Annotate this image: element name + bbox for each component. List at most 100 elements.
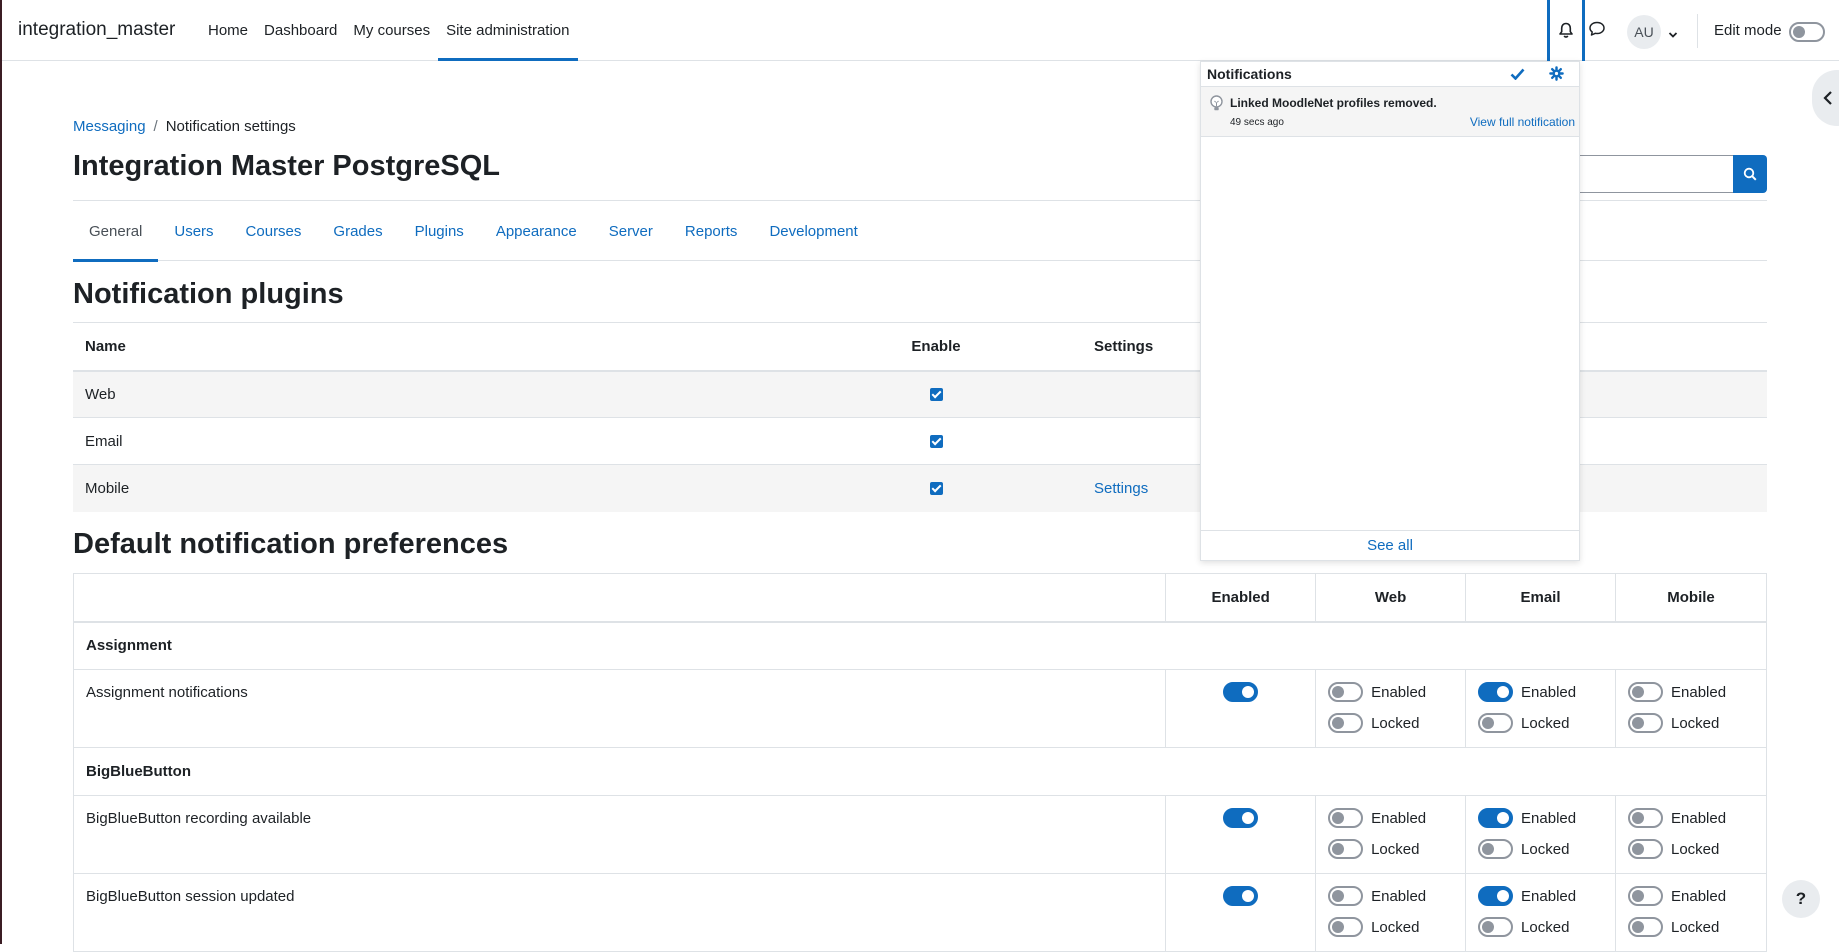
option-label: Locked — [1671, 918, 1720, 936]
plugin-name: Mobile — [73, 464, 790, 512]
tab-appearance[interactable]: Appearance — [480, 201, 593, 261]
site-brand[interactable]: integration_master — [18, 19, 175, 41]
email-locked-toggle[interactable] — [1478, 839, 1514, 859]
preference-row: BigBlueButton session updated Enabled Lo… — [72, 873, 1767, 952]
tab-general[interactable]: General — [73, 201, 159, 262]
enable-checkbox[interactable] — [929, 435, 943, 449]
mobile-locked-toggle[interactable] — [1628, 839, 1663, 859]
enable-checkbox[interactable] — [929, 388, 943, 402]
option-label: Enabled — [1521, 809, 1577, 827]
notifications-toggle[interactable] — [1547, 0, 1585, 61]
chevron-left-icon — [1823, 91, 1832, 105]
section-title: Assignment — [73, 621, 1767, 670]
web-locked-toggle[interactable] — [1328, 713, 1364, 733]
web-enabled-toggle[interactable] — [1328, 808, 1364, 828]
column-header-name: Name — [73, 322, 790, 372]
notification-text: Linked MoodleNet profiles removed. — [1230, 96, 1437, 110]
nav-my-courses[interactable]: My courses — [345, 0, 438, 61]
tab-server[interactable]: Server — [593, 201, 669, 261]
email-locked-toggle[interactable] — [1478, 713, 1514, 733]
web-locked-toggle[interactable] — [1328, 839, 1364, 859]
help-button[interactable]: ? — [1782, 880, 1820, 918]
email-enabled-toggle[interactable] — [1478, 808, 1514, 828]
search-input[interactable] — [1560, 155, 1734, 193]
preference-row: Assignment notifications Enabled Locked … — [72, 669, 1767, 748]
section-title: BigBlueButton — [73, 747, 1767, 796]
lightbulb-icon — [1209, 95, 1224, 116]
option-label: Enabled — [1671, 809, 1727, 827]
breadcrumb-messaging[interactable]: Messaging — [73, 118, 146, 135]
see-all-link[interactable]: See all — [1201, 530, 1579, 560]
right-drawer-toggle[interactable] — [1812, 70, 1839, 126]
chat-bubble-icon — [1589, 21, 1605, 36]
gear-icon[interactable] — [1549, 66, 1564, 84]
tab-courses[interactable]: Courses — [230, 201, 318, 261]
edit-mode-toggle[interactable] — [1789, 22, 1825, 42]
plugin-name: Web — [73, 370, 790, 418]
tab-plugins[interactable]: Plugins — [399, 201, 480, 261]
search-icon — [1743, 167, 1757, 181]
mobile-enabled-toggle[interactable] — [1628, 886, 1663, 906]
page-title: Integration Master PostgreSQL — [73, 150, 501, 182]
preference-name: Assignment notifications — [72, 669, 1167, 748]
admin-search — [1560, 155, 1767, 193]
breadcrumb-current: Notification settings — [165, 118, 296, 135]
option-label: Locked — [1521, 918, 1570, 936]
popover-header: Notifications — [1201, 62, 1579, 87]
tab-reports[interactable]: Reports — [669, 201, 754, 261]
enable-checkbox[interactable] — [929, 482, 943, 496]
web-enabled-toggle[interactable] — [1328, 886, 1364, 906]
preference-enabled-toggle[interactable] — [1223, 886, 1259, 906]
option-label: Locked — [1371, 918, 1420, 936]
preference-name: BigBlueButton recording available — [72, 795, 1167, 874]
option-label: Locked — [1671, 840, 1720, 858]
web-locked-toggle[interactable] — [1328, 917, 1364, 937]
tab-grades[interactable]: Grades — [317, 201, 398, 261]
mobile-enabled-toggle[interactable] — [1628, 808, 1663, 828]
bell-icon — [1559, 22, 1573, 38]
tab-users[interactable]: Users — [158, 201, 229, 261]
preference-enabled-toggle[interactable] — [1223, 682, 1259, 702]
plugin-settings-link[interactable]: Settings — [1094, 480, 1148, 497]
nav-dashboard[interactable]: Dashboard — [256, 0, 345, 61]
popover-title: Notifications — [1207, 66, 1292, 82]
option-label: Enabled — [1671, 683, 1727, 701]
column-header-web: Web — [1315, 573, 1467, 623]
preference-enabled-toggle[interactable] — [1223, 808, 1259, 828]
default-preferences-table: Enabled Web Email Mobile Assignment Assi… — [72, 573, 1767, 952]
nav-site-administration[interactable]: Site administration — [438, 0, 578, 61]
chevron-down-icon[interactable] — [1668, 26, 1678, 43]
option-label: Enabled — [1521, 887, 1577, 905]
messages-toggle[interactable] — [1588, 20, 1606, 42]
nav-home[interactable]: Home — [200, 0, 256, 61]
edit-mode-label: Edit mode — [1714, 22, 1782, 39]
search-button[interactable] — [1733, 155, 1767, 193]
mark-all-read-icon[interactable] — [1510, 67, 1525, 83]
section-row: Assignment — [73, 621, 1767, 670]
option-label: Locked — [1521, 714, 1570, 732]
email-enabled-toggle[interactable] — [1478, 886, 1514, 906]
option-label: Enabled — [1371, 809, 1427, 827]
option-label: Locked — [1671, 714, 1720, 732]
option-label: Enabled — [1671, 887, 1727, 905]
email-locked-toggle[interactable] — [1478, 917, 1514, 937]
mobile-locked-toggle[interactable] — [1628, 917, 1663, 937]
preference-row: BigBlueButton recording available Enable… — [72, 795, 1767, 874]
notification-item[interactable]: Linked MoodleNet profiles removed. 49 se… — [1201, 87, 1579, 137]
web-enabled-toggle[interactable] — [1328, 682, 1364, 702]
table-header-row: Enabled Web Email Mobile — [72, 573, 1767, 623]
preference-name: BigBlueButton session updated — [72, 873, 1167, 952]
user-avatar[interactable]: AU — [1627, 15, 1661, 49]
top-navbar: integration_master Home Dashboard My cou… — [2, 0, 1839, 61]
column-header-mobile: Mobile — [1615, 573, 1767, 623]
notification-plugins-heading: Notification plugins — [73, 278, 344, 310]
tab-development[interactable]: Development — [753, 201, 873, 261]
mobile-locked-toggle[interactable] — [1628, 713, 1663, 733]
option-label: Locked — [1371, 714, 1420, 732]
view-full-notification-link[interactable]: View full notification — [1470, 115, 1575, 129]
email-enabled-toggle[interactable] — [1478, 682, 1514, 702]
column-header-enable: Enable — [790, 322, 1082, 372]
breadcrumb: Messaging / Notification settings — [73, 118, 296, 135]
mobile-enabled-toggle[interactable] — [1628, 682, 1663, 702]
section-row: BigBlueButton — [73, 747, 1767, 796]
